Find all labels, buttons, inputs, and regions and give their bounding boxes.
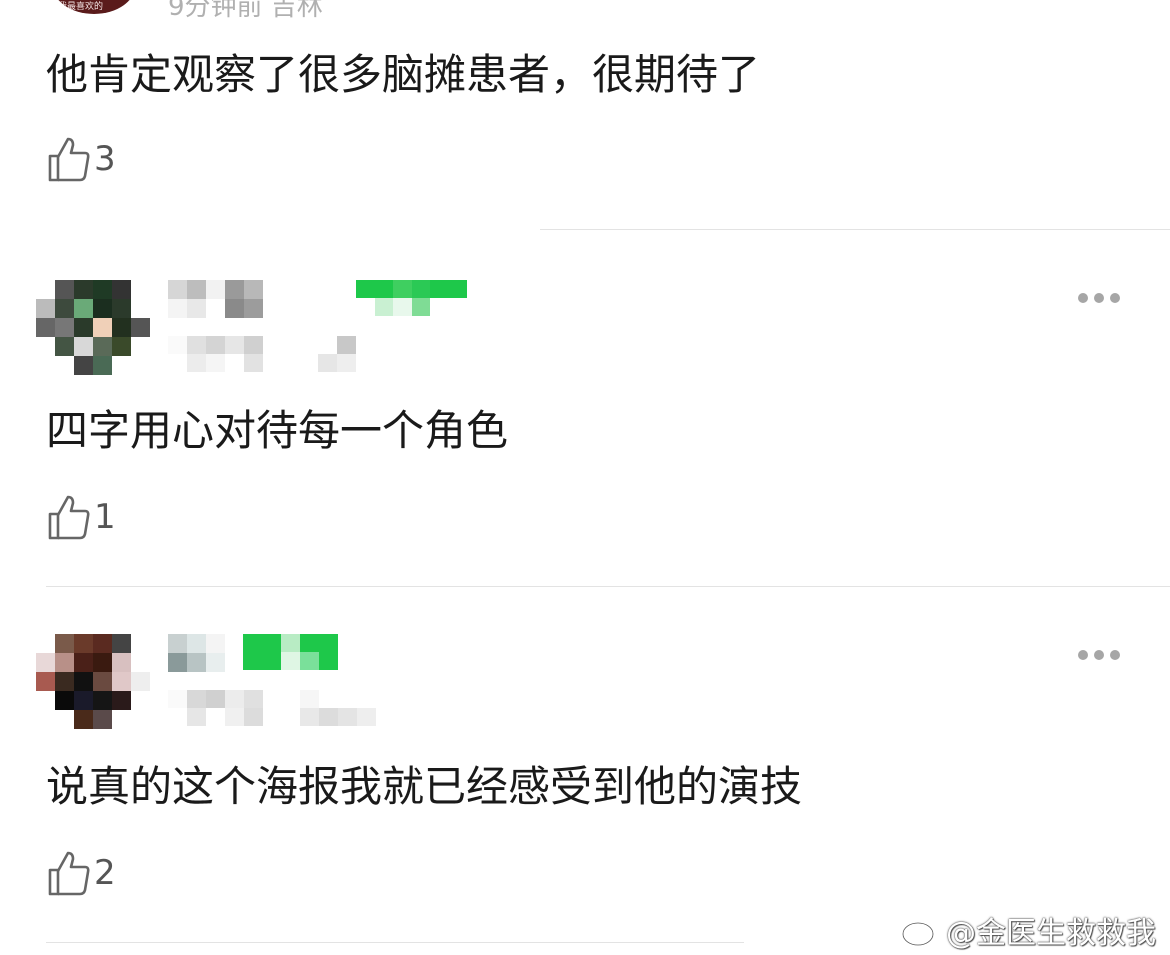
watermark: @金医生救救我: [900, 908, 1156, 952]
like-button[interactable]: 3: [46, 134, 116, 184]
avatar[interactable]: 我最喜欢的: [52, 0, 136, 14]
thumbs-up-icon: [48, 495, 90, 540]
watermark-text: @金医生救救我: [946, 916, 1156, 951]
comment-meta: 9分钟前 吉林: [168, 0, 323, 22]
avatar[interactable]: [36, 634, 150, 729]
like-button[interactable]: 2: [46, 848, 116, 898]
comment-location: [318, 336, 375, 372]
more-dots-icon: [1078, 650, 1120, 660]
comment-location: [300, 690, 376, 726]
avatar-caption: 我最喜欢的: [58, 2, 104, 12]
comment-text: 他肯定观察了很多脑摊患者，很期待了: [46, 50, 761, 99]
more-options-button[interactable]: [1078, 650, 1120, 660]
divider: [540, 229, 1170, 230]
comment-text: 说真的这个海报我就已经感受到他的演技: [46, 762, 803, 811]
thumbs-up-icon: [48, 851, 90, 896]
comment-meta: [168, 336, 263, 372]
user-badge: [243, 634, 357, 670]
comment-meta: [168, 690, 263, 726]
username[interactable]: [168, 634, 225, 672]
user-badge: [356, 280, 467, 316]
more-dots-icon: [1078, 293, 1120, 303]
more-options-button[interactable]: [1078, 293, 1120, 303]
divider: [46, 942, 744, 943]
avatar[interactable]: [36, 280, 150, 375]
divider: [46, 586, 1170, 587]
thumbs-up-icon: [48, 137, 90, 182]
like-count: 1: [94, 497, 116, 537]
comment-text: 四字用心对待每一个角色: [46, 406, 509, 455]
username[interactable]: [168, 280, 263, 318]
like-count: 2: [94, 853, 116, 893]
like-count: 3: [94, 139, 116, 179]
like-button[interactable]: 1: [46, 492, 116, 542]
weibo-logo-icon: [901, 916, 940, 947]
